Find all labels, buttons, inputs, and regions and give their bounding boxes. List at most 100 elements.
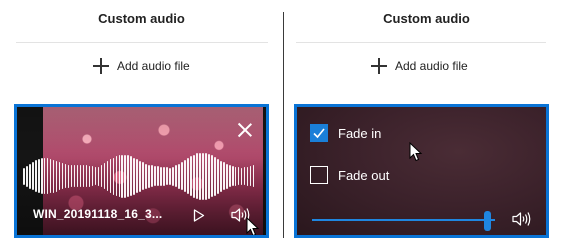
waveform-bar <box>181 162 183 190</box>
waveform-bar <box>61 163 64 189</box>
waveform-bar <box>136 159 138 193</box>
add-audio-file-button[interactable]: Add audio file <box>371 58 468 74</box>
waveform-bar <box>103 163 106 189</box>
waveform-bar <box>154 166 156 186</box>
custom-audio-panel-right: Custom audio Add audio file Fade in Fade… <box>283 0 570 252</box>
waveform-bar <box>216 158 219 194</box>
waveform-bar <box>228 165 231 187</box>
waveform-bar <box>184 160 186 192</box>
waveform-bar <box>112 157 115 195</box>
waveform-bar <box>151 165 153 187</box>
waveform-bar <box>196 153 198 199</box>
audio-waveform <box>23 151 263 201</box>
waveform-bar <box>243 167 246 185</box>
waveform-bar <box>148 164 150 188</box>
add-audio-file-label: Add audio file <box>117 59 190 73</box>
waveform-bar <box>28 163 31 189</box>
add-audio-file-label: Add audio file <box>395 59 468 73</box>
waveform-bar <box>160 166 162 186</box>
waveform-bar <box>73 165 76 187</box>
waveform-bar <box>219 160 222 192</box>
waveform-bar <box>190 156 192 196</box>
fade-in-checkbox[interactable]: Fade in <box>310 124 381 142</box>
checkbox-unchecked-icon <box>310 166 328 184</box>
waveform-bar <box>208 153 210 199</box>
waveform-bar <box>199 152 201 200</box>
waveform-bar <box>157 166 159 186</box>
waveform-bar <box>100 165 103 187</box>
plus-icon <box>371 58 387 74</box>
waveform-bar <box>202 152 204 200</box>
play-icon[interactable] <box>193 209 205 222</box>
waveform-bar <box>118 155 121 197</box>
waveform-bar <box>37 159 40 193</box>
waveform-bar <box>237 167 240 185</box>
waveform-bar <box>127 155 130 197</box>
clip-filename: WIN_20191118_16_3... <box>33 207 163 221</box>
mouse-pointer-icon <box>246 216 260 235</box>
volume-slider-thumb[interactable] <box>484 211 491 231</box>
waveform-bar <box>211 155 213 197</box>
waveform-bar <box>106 161 109 191</box>
waveform-bar <box>52 159 55 193</box>
waveform-bar <box>234 166 237 186</box>
waveform-bar <box>82 165 85 187</box>
waveform-bar <box>85 165 88 187</box>
plus-icon <box>93 58 109 74</box>
waveform-bar <box>133 157 136 195</box>
add-audio-file-button[interactable]: Add audio file <box>93 58 190 74</box>
waveform-bar <box>193 154 195 198</box>
waveform-bar <box>175 165 177 187</box>
waveform-bar <box>58 162 61 190</box>
waveform-bar <box>130 156 133 196</box>
close-icon[interactable] <box>238 123 252 137</box>
waveform-bar <box>222 162 225 190</box>
waveform-bar <box>64 164 67 188</box>
waveform-bar <box>187 158 189 194</box>
mouse-pointer-icon <box>409 141 423 162</box>
waveform-bar <box>115 156 118 196</box>
waveform-bar <box>142 162 144 190</box>
waveform-bar <box>240 167 243 185</box>
waveform-bar <box>121 154 124 198</box>
checkbox-checked-icon <box>310 124 328 142</box>
waveform-bar <box>40 158 43 194</box>
panel-title: Custom audio <box>383 11 470 26</box>
waveform-bar <box>205 152 207 200</box>
speaker-icon[interactable] <box>512 211 532 227</box>
audio-clip-card[interactable]: WIN_20191118_16_3... <box>14 104 269 238</box>
panel-title: Custom audio <box>98 11 185 26</box>
waveform-bar <box>79 165 82 187</box>
waveform-bar <box>252 165 255 187</box>
audio-settings-card: Fade in Fade out <box>294 104 549 238</box>
waveform-bar <box>231 166 234 186</box>
waveform-bar <box>249 166 252 186</box>
waveform-bar <box>145 163 147 189</box>
volume-slider[interactable] <box>312 211 495 231</box>
waveform-bar <box>214 156 216 196</box>
waveform-bar <box>139 160 141 192</box>
waveform-bar <box>70 165 73 187</box>
waveform-bar <box>109 159 112 193</box>
waveform-bar <box>31 162 34 190</box>
custom-audio-panel-left: Custom audio Add audio file WIN_20191118… <box>0 0 283 252</box>
fade-out-label: Fade out <box>338 167 390 183</box>
waveform-bar <box>163 166 165 186</box>
waveform-bar <box>124 154 127 198</box>
header-separator <box>16 42 268 43</box>
waveform-bar <box>46 158 49 194</box>
waveform-bar <box>97 166 100 186</box>
waveform-bar <box>166 167 168 185</box>
header-separator <box>296 42 546 43</box>
waveform-bar <box>88 165 91 187</box>
waveform-bar <box>169 167 171 185</box>
waveform-bar <box>23 167 25 185</box>
waveform-bar <box>34 160 37 192</box>
fade-in-label: Fade in <box>338 125 382 141</box>
waveform-bar <box>67 164 70 188</box>
waveform-bar <box>55 160 58 192</box>
fade-out-checkbox[interactable]: Fade out <box>310 166 389 184</box>
volume-slider-track <box>312 219 495 221</box>
waveform-bar <box>76 165 79 187</box>
waveform-bar <box>25 165 28 187</box>
